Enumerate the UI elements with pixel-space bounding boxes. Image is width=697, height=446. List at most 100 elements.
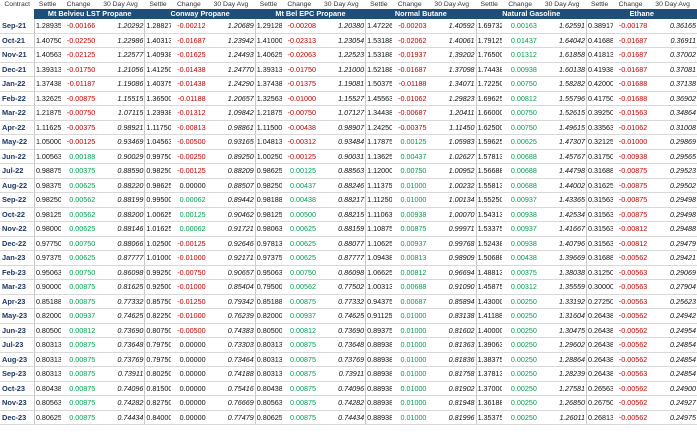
table-row: Apr-22 1.11625 -0.00375 0.98921 1.11750 -0.00… [0,120,697,135]
settle-cell: 1.62500 [475,120,503,135]
avg-cell: 1.64042 [537,33,587,48]
avg-cell: 1.26850 [537,395,587,411]
change-cell: 0.00937 [60,308,97,324]
avg-cell: 0.89250 [206,149,256,164]
change-cell: 0.00163 [502,19,538,34]
change-cell: -0.02062 [391,33,428,48]
settle-cell: 0.80438 [254,381,282,396]
avg-cell: 0.79342 [206,294,256,309]
contract-month: Aug-23 [0,352,35,367]
contract-month: Oct-23 [0,381,35,396]
avg-cell: 0.88215 [317,207,366,222]
settle-cell: 1.47226 [365,19,392,34]
settle-cell: 1.00563 [33,149,61,164]
avg-cell: 0.73690 [96,323,145,338]
avg-cell: 0.74096 [317,381,366,396]
avg-cell: 0.29069 [648,265,697,280]
change-cell: -0.01187 [60,76,97,92]
avg-cell: 1.41667 [537,221,587,237]
avg-cell: 0.73303 [206,337,256,353]
sub-header-settle: Settle [590,1,609,8]
settle-cell: 0.31750 [585,149,613,164]
change-cell: 0.00500 [281,207,318,222]
avg-cell: 1.52615 [537,105,587,121]
settle-cell: 0.98125 [254,207,282,222]
change-cell: -0.01375 [281,76,318,92]
settle-cell: 1.09438 [365,250,392,266]
change-cell: 0.00812 [502,91,538,106]
avg-cell: 0.73648 [317,337,366,353]
settle-cell: 0.85750 [144,294,172,309]
contract-month: Apr-22 [0,120,35,135]
change-cell: -0.00178 [612,19,649,34]
settle-cell: 1.40563 [33,47,61,63]
settle-cell: 0.31688 [585,163,613,179]
avg-cell: 0.81836 [427,352,477,367]
avg-cell: 1.55796 [537,91,587,106]
change-cell: 0.00000 [171,381,207,396]
table-row: Sep-22 0.98250 0.00562 0.88199 0.99500 0.0006… [0,192,697,208]
change-cell: -0.00563 [612,279,649,295]
contract-month: Feb-22 [0,91,35,106]
contract-month: Aug-22 [0,178,35,193]
settle-cell: 0.97750 [33,236,61,251]
change-cell: -0.01062 [391,91,428,106]
settle-cell: 1.04563 [144,134,172,150]
settle-cell: 0.98375 [33,178,61,193]
avg-cell: 0.29498 [648,207,697,222]
change-cell: 0.00687 [391,294,428,309]
avg-cell: 0.77502 [317,279,366,295]
settle-cell: 1.37438 [254,76,282,92]
settle-cell: 0.30000 [585,279,613,295]
table-row: Nov-21 1.40563 -0.02125 1.22577 1.40938 -0.01… [0,47,697,63]
change-cell: -0.00562 [612,337,649,353]
settle-cell: 0.89375 [365,323,392,338]
avg-cell: 1.42534 [537,207,587,222]
settle-cell: 1.38375 [475,352,503,367]
avg-cell: 0.24854 [648,337,697,353]
avg-cell: 1.19086 [96,76,145,92]
settle-cell: 0.88938 [365,352,392,367]
avg-cell: 1.24770 [206,62,256,77]
change-cell: -0.01000 [171,279,207,295]
change-cell: 0.00813 [391,250,428,266]
avg-cell: 0.73690 [317,323,366,338]
settle-cell: 0.88938 [365,410,392,425]
change-cell: -0.01625 [171,47,207,63]
table-row: Mar-22 1.21875 -0.00750 1.07115 1.23938 -0.01… [0,105,697,121]
table-row: Jul-22 0.98875 0.00375 0.88590 0.98250 -0.001… [0,163,697,179]
avg-cell: 1.22523 [317,47,366,63]
avg-cell: 0.74096 [96,381,145,396]
settle-cell: 0.80625 [254,410,282,425]
avg-cell: 0.29502 [648,178,697,193]
settle-cell: 1.53375 [475,221,503,237]
avg-cell: 0.37002 [648,47,697,63]
settle-cell: 1.59625 [475,134,503,150]
avg-cell: 0.37081 [648,62,697,77]
settle-cell: 0.33563 [585,120,613,135]
settle-cell: 1.56688 [475,163,503,179]
change-cell: 0.00250 [502,308,538,324]
avg-cell: 1.19081 [317,76,366,92]
avg-cell: 1.29602 [537,337,587,353]
settle-cell: 1.76500 [475,47,503,63]
avg-cell: 1.47307 [537,134,587,150]
sub-header-settle: Settle [38,1,57,8]
settle-cell: 0.31688 [585,250,613,266]
settle-cell: 0.80563 [254,395,282,411]
change-cell: 0.00750 [502,105,538,121]
avg-cell: 1.30475 [537,323,587,338]
change-cell: -0.00562 [612,395,649,411]
avg-cell: 0.37138 [648,76,697,92]
settle-cell: 0.80313 [33,352,61,367]
change-cell: 0.00688 [502,163,538,179]
settle-cell: 1.54313 [475,207,503,222]
change-cell: 0.00625 [281,221,318,237]
avg-cell: 1.24493 [206,47,256,63]
settle-cell: 0.31625 [585,178,613,193]
avg-cell: 0.88077 [317,236,366,251]
avg-cell: 1.11450 [427,120,477,135]
price-sheet: Contract Settle Change 30 Day Avg Settle Chan… [0,0,697,446]
table-row: Feb-23 0.95063 0.00750 0.86098 0.99250 -0.007… [0,265,697,280]
settle-cell: 1.11250 [365,192,392,208]
